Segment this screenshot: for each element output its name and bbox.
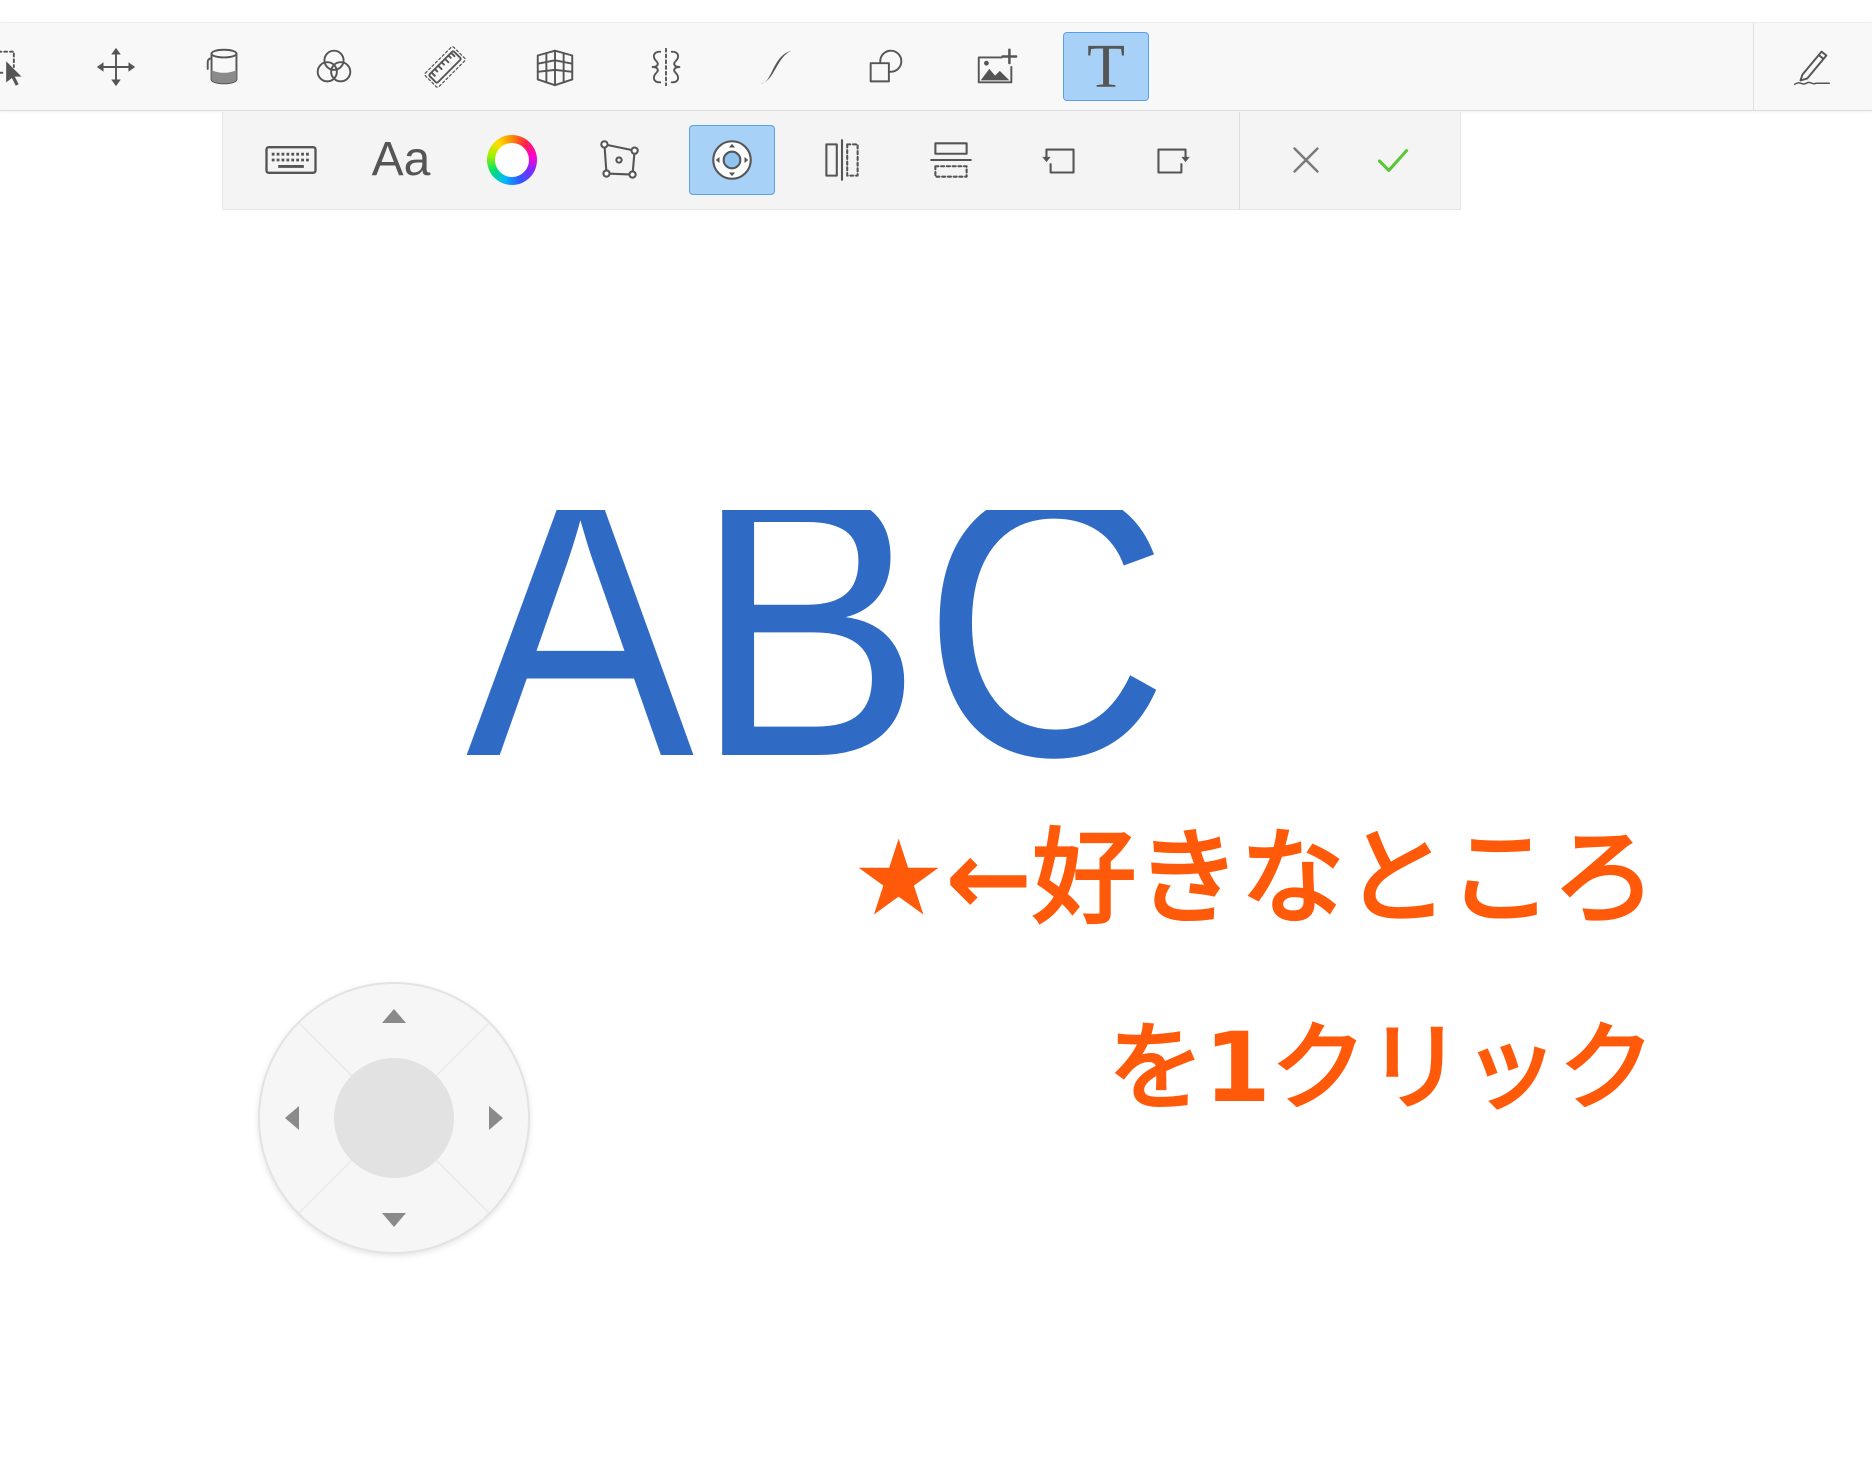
font-icon: Aa (371, 133, 431, 186)
flip-horizontal-icon (825, 139, 859, 181)
annotation-line-1: ★←好きなところ (852, 817, 1657, 939)
distort-button[interactable] (576, 125, 662, 195)
text-tool-icon: T (1087, 32, 1125, 101)
keyboard-icon (265, 146, 317, 174)
main-toolbar: T (0, 22, 1872, 111)
blend-icon (316, 49, 352, 82)
fill-bucket-icon (206, 48, 238, 84)
toolbar-divider (1239, 112, 1240, 209)
nudge-center-knob[interactable] (334, 1058, 454, 1178)
insert-image-tool-button[interactable] (953, 32, 1039, 101)
ruler-icon (424, 45, 466, 88)
rotate-left-button[interactable] (1017, 125, 1103, 195)
perspective-tool-button[interactable] (512, 32, 598, 101)
flip-vertical-button[interactable] (908, 125, 994, 195)
move-icon (96, 47, 136, 86)
pen-tool-button[interactable] (1769, 32, 1855, 101)
fill-tool-button[interactable] (181, 32, 267, 101)
stroke-icon (760, 50, 792, 83)
flip-horizontal-button[interactable] (799, 125, 885, 195)
perspective-grid-icon (536, 49, 574, 86)
distort-icon (600, 140, 639, 179)
color-wheel-center (495, 143, 529, 177)
stroke-tool-button[interactable] (733, 32, 819, 101)
toolbar-divider (1753, 23, 1754, 110)
keyboard-button[interactable] (248, 125, 334, 195)
blend-tool-button[interactable] (291, 32, 377, 101)
nudge-icon (712, 140, 752, 180)
pen-signature-icon (1793, 50, 1831, 85)
insert-image-icon (977, 48, 1018, 83)
flip-vertical-icon (930, 142, 972, 178)
check-icon (1377, 149, 1409, 172)
close-icon (1293, 147, 1319, 173)
confirm-button[interactable] (1350, 125, 1436, 195)
color-wheel-icon (487, 135, 537, 185)
rotate-left-icon (1042, 148, 1075, 174)
shapes-tool-button[interactable] (843, 32, 929, 101)
shapes-icon (869, 49, 903, 82)
text-options-toolbar: Aa (222, 112, 1461, 210)
annotation-line-2: を1クリック (1108, 1012, 1655, 1124)
text-object-content[interactable]: ABC (466, 510, 1169, 772)
selection-tool-button[interactable] (0, 32, 53, 101)
drawing-canvas[interactable]: ABC ★←好きなところ を1クリック (0, 0, 1872, 1459)
rotate-right-button[interactable] (1129, 125, 1215, 195)
ruler-tool-button[interactable] (402, 32, 488, 101)
cancel-button[interactable] (1263, 125, 1349, 195)
move-tool-button[interactable] (73, 32, 159, 101)
color-button[interactable] (469, 125, 555, 195)
selection-icon (0, 50, 22, 86)
nudge-pad[interactable] (257, 981, 531, 1255)
nudge-button[interactable] (689, 125, 775, 195)
text-tool-button[interactable]: T (1063, 32, 1149, 101)
symmetry-icon (651, 47, 681, 86)
symmetry-tool-button[interactable] (623, 32, 709, 101)
rotate-right-icon (1157, 148, 1190, 174)
font-button[interactable]: Aa (358, 125, 444, 195)
nudge-pad-graphic (258, 982, 530, 1254)
text-object[interactable]: ABC (466, 510, 1188, 772)
